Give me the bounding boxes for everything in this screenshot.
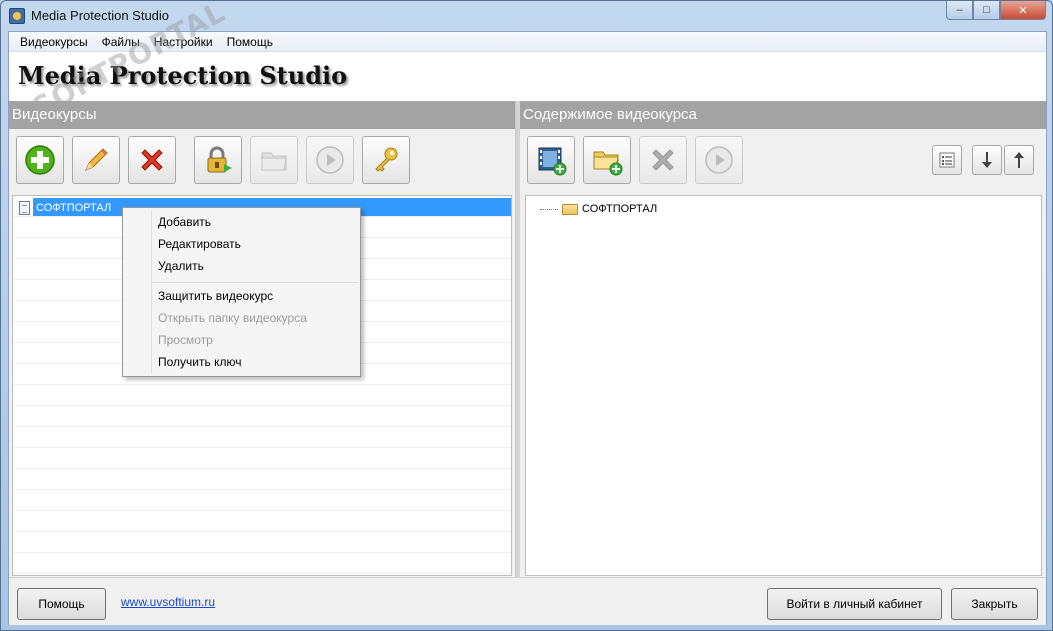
context-menu-item-open-folder[interactable]: Открыть папку видеокурса [158,309,307,327]
minimize-button[interactable]: – [946,1,973,20]
preview-course-button[interactable] [306,136,354,184]
folder-icon [261,152,287,171]
open-folder-button[interactable] [250,136,298,184]
tree-line [13,385,511,406]
close-icon: ✕ [1018,4,1028,17]
delete-course-button[interactable] [128,136,176,184]
preview-content-button[interactable] [695,136,743,184]
tree-line [13,532,511,553]
course-content-toolbar [520,129,1046,193]
key-icon [375,147,398,172]
main-window: Media Protection Studio – □ ✕ Видеокурсы… [0,0,1053,631]
tree-connector [540,208,558,210]
play-icon [316,146,344,174]
protect-course-button[interactable] [194,136,242,184]
course-content-tree[interactable]: СОФТПОРТАЛ [525,195,1042,576]
title-bar[interactable]: Media Protection Studio – □ ✕ [1,1,1052,31]
pencil-icon [85,148,108,171]
add-icon [25,145,55,175]
context-menu: Добавить Редактировать Удалить Защитить … [122,207,361,377]
context-menu-item-add[interactable]: Добавить [158,213,211,231]
bottom-bar: Помощь www.uvsoftium.ru Войти в личный к… [9,577,1046,625]
list-properties-icon [939,152,955,168]
delete-icon [141,149,163,171]
videocourses-toolbar [9,129,515,193]
properties-button[interactable] [932,145,962,175]
context-menu-item-delete[interactable]: Удалить [158,257,204,275]
move-up-button[interactable] [1004,145,1034,175]
tree-line [13,469,511,490]
document-icon [19,200,30,215]
content-tree-item-softportal[interactable]: СОФТПОРТАЛ [540,203,657,215]
tree-line [13,427,511,448]
video-add-icon [538,147,567,176]
videocourses-header: Видеокурсы [9,101,515,129]
tree-item-label: СОФТПОРТАЛ [36,201,112,214]
brand-title: Media Protection Studio [18,61,348,90]
course-content-header: Содержимое видеокурса [520,101,1046,129]
tree-line [13,490,511,511]
maximize-button[interactable]: □ [973,1,1000,20]
get-key-button[interactable] [362,136,410,184]
folder-add-icon [593,151,623,176]
help-button[interactable]: Помощь [17,588,106,620]
lock-icon [207,146,232,173]
delete-content-button[interactable] [639,136,687,184]
course-content-panel: Содержимое видеокурса СОФТПОРТАЛ [520,101,1046,577]
tree-line [13,448,511,469]
content-tree-item-label: СОФТПОРТАЛ [582,203,658,215]
app-icon [9,8,25,24]
move-down-button[interactable] [972,145,1002,175]
minimize-icon: – [956,4,963,16]
menu-help[interactable]: Помощь [220,32,280,52]
tree-item-softportal[interactable]: СОФТПОРТАЛ [19,198,111,217]
add-course-button[interactable] [16,136,64,184]
tree-line [13,511,511,532]
menu-settings[interactable]: Настройки [147,32,220,52]
window-controls: – □ ✕ [946,1,1046,21]
play-icon [705,146,733,174]
maximize-icon: □ [983,4,990,16]
tree-line [13,553,511,574]
menu-bar: Видеокурсы Файлы Настройки Помощь [9,32,1046,52]
website-link[interactable]: www.uvsoftium.ru [121,595,215,609]
brand-banner: Media Protection Studio SOFTPORTAL [9,0,1046,125]
context-menu-gutter [151,210,152,374]
context-menu-item-protect[interactable]: Защитить видеокурс [158,287,273,305]
menu-videocourses[interactable]: Видеокурсы [13,32,95,52]
menu-files[interactable]: Файлы [95,32,147,52]
close-window-button[interactable]: ✕ [1000,1,1046,20]
tree-line [13,406,511,427]
arrow-down-icon [982,152,992,168]
close-button[interactable]: Закрыть [951,588,1038,620]
context-menu-item-get-key[interactable]: Получить ключ [158,353,241,371]
personal-account-button[interactable]: Войти в личный кабинет [767,588,942,620]
add-folder-button[interactable] [583,136,631,184]
edit-course-button[interactable] [72,136,120,184]
arrow-up-icon [1014,152,1024,168]
folder-icon [562,203,578,215]
window-title: Media Protection Studio [31,8,170,23]
context-menu-item-edit[interactable]: Редактировать [158,235,241,253]
delete-icon [652,149,674,171]
context-menu-separator [152,282,358,283]
context-menu-item-preview[interactable]: Просмотр [158,331,213,349]
add-video-button[interactable] [527,136,575,184]
